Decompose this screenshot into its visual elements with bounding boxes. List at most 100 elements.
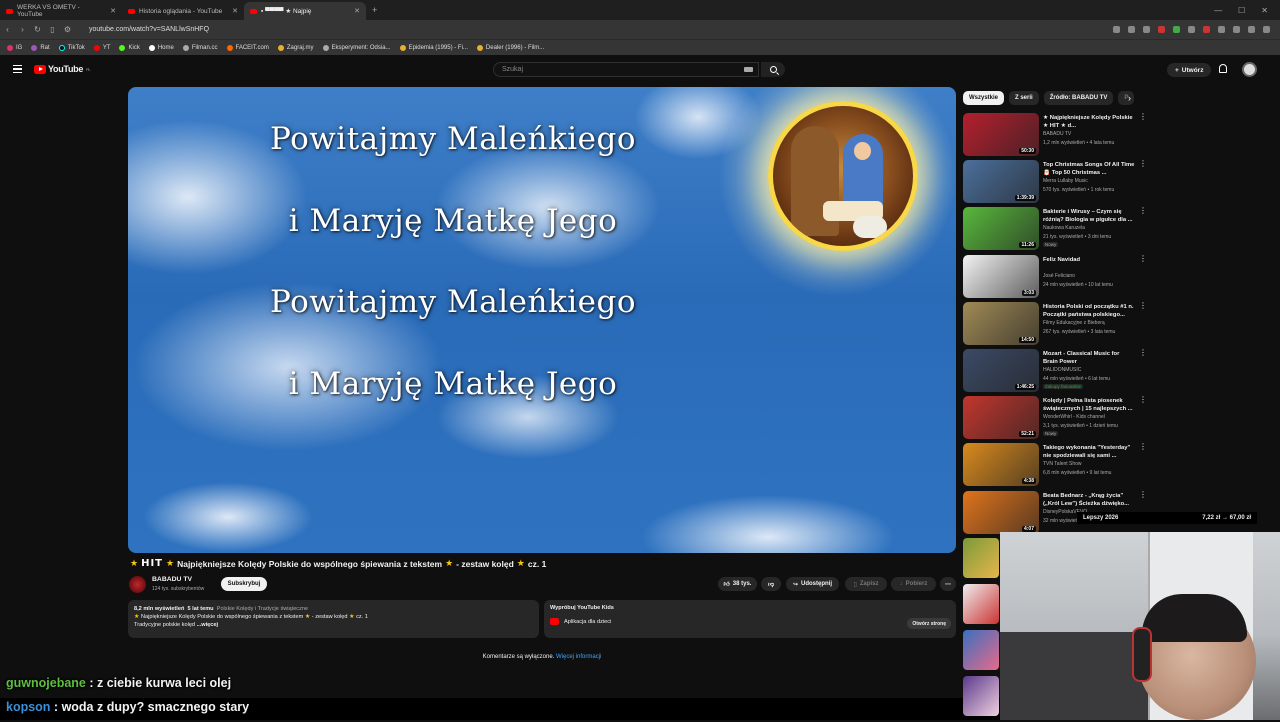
more-options-icon[interactable]: ⋮ xyxy=(1139,160,1147,168)
recommendation-thumbnail[interactable]: 52:21 xyxy=(963,396,1039,440)
share-button[interactable]: ↪ Udostępnij xyxy=(786,577,839,591)
site-info-icon[interactable]: ⚙ xyxy=(60,25,75,34)
recommendation-channel[interactable]: HALIDONMUSIC xyxy=(1043,367,1081,373)
chip-more[interactable]: P xyxy=(1118,91,1135,105)
recommendation-item[interactable]: 4:38 Takiego wykonania "Yesterday" nie sp… xyxy=(963,443,1147,487)
recommendation-thumbnail[interactable] xyxy=(963,584,999,624)
extension-icon[interactable] xyxy=(1173,26,1180,33)
recommendation-title[interactable]: ★ Najpiękniejsze Kolędy Polskie ★ HIT ★ … xyxy=(1043,114,1135,130)
youtube-logo[interactable]: YouTube PL xyxy=(34,64,91,74)
extension-icon[interactable] xyxy=(1203,26,1210,33)
recommendation-thumbnail[interactable]: 14:50 xyxy=(963,301,1039,345)
recommendation-channel[interactable]: TVN Talent Show xyxy=(1043,461,1082,467)
close-icon[interactable]: ✕ xyxy=(354,7,360,15)
new-tab-button[interactable]: + xyxy=(372,5,377,15)
bookmark-item[interactable]: Filman.cc xyxy=(182,44,218,51)
recommendation-thumbnail[interactable] xyxy=(963,630,999,670)
url-field[interactable]: youtube.com/watch?v=SANLlwSnHFQ xyxy=(89,26,209,33)
recommendation-item[interactable]: 52:21 Kolędy | Pełna lista piosenek świąt… xyxy=(963,396,1147,440)
download-button[interactable]: ↓ Pobierz xyxy=(891,577,936,591)
recommendation-title[interactable]: Takiego wykonania "Yesterday" nie spodzi… xyxy=(1043,444,1135,460)
recommendation-channel[interactable]: BABADU TV xyxy=(1043,131,1071,137)
bookmark-item[interactable]: Eksperyment: Odsia... xyxy=(322,44,391,51)
bookmark-item[interactable]: FACEIT.com xyxy=(226,44,269,51)
extension-icon[interactable] xyxy=(1113,26,1120,33)
download-icon[interactable] xyxy=(1233,26,1240,33)
chip-series[interactable]: Z serii xyxy=(1009,91,1039,105)
maximize-icon[interactable]: ☐ xyxy=(1238,6,1245,15)
bookmark-item[interactable]: Kick xyxy=(119,44,140,51)
recommendation-title[interactable]: Top Christmas Songs Of All Time 🎅 Top 50… xyxy=(1043,161,1135,177)
description-box[interactable]: 8,2 mln wyświetleń 5 lat temu Polskie Ko… xyxy=(128,600,539,638)
menu-icon[interactable] xyxy=(1263,26,1270,33)
recommendation-item[interactable]: 3:03 Feliz Navidad José Feliciano 24 mln wy… xyxy=(963,254,1147,299)
open-site-button[interactable]: Otwórz stronę xyxy=(907,618,951,629)
recommendation-title[interactable]: Historia Polski od początku #1 n. Począt… xyxy=(1043,303,1135,319)
recommendation-channel[interactable]: Merra Lullaby Music xyxy=(1043,178,1088,184)
browser-tab-3[interactable]: ▪ ▀▀▀▀ ★ Najpię ✕ xyxy=(244,2,366,20)
like-button[interactable]: 👍︎ 38 tys. xyxy=(718,577,757,591)
recommendation-title[interactable]: Feliz Navidad xyxy=(1043,256,1135,264)
chip-all[interactable]: Wszystkie xyxy=(963,91,1005,105)
channel-avatar[interactable] xyxy=(129,576,146,593)
recommendation-channel[interactable]: Filmy Edukacyjne z Bieberą xyxy=(1043,320,1105,326)
search-button[interactable] xyxy=(761,62,785,77)
more-options-icon[interactable]: ⋮ xyxy=(1139,490,1147,498)
recommendation-thumbnail[interactable] xyxy=(963,538,999,578)
close-window-icon[interactable]: ✕ xyxy=(1261,6,1268,15)
bookmark-item[interactable]: Home xyxy=(148,44,174,51)
more-options-icon[interactable]: ⋮ xyxy=(1139,349,1147,357)
recommendation-title[interactable]: Kolędy | Pełna lista piosenek świąteczny… xyxy=(1043,397,1135,413)
hamburger-menu-icon[interactable] xyxy=(13,65,22,73)
save-button[interactable]: ▯ Zapisz xyxy=(845,577,887,591)
back-arrow-icon[interactable]: ‹ xyxy=(0,25,15,34)
reload-icon[interactable]: ↻ xyxy=(30,25,45,34)
recommendation-channel[interactable]: Naukowa Karuzela xyxy=(1043,225,1085,231)
extension-icon[interactable] xyxy=(1218,26,1225,33)
recommendation-item[interactable]: 14:50 Historia Polski od początku #1 n. P… xyxy=(963,301,1147,346)
avatar[interactable] xyxy=(1242,62,1257,77)
more-options-icon[interactable]: ⋮ xyxy=(1139,396,1147,404)
recommendation-thumbnail[interactable]: 3:03 xyxy=(963,254,1039,298)
recommendation-thumbnail[interactable]: 1:46:25 xyxy=(963,349,1039,392)
recommendation-thumbnail[interactable]: 4:07 xyxy=(963,490,1039,534)
extension-icon[interactable] xyxy=(1188,26,1195,33)
bookmark-page-icon[interactable]: ▯ xyxy=(45,25,60,34)
recommendation-thumbnail[interactable]: 11:26 xyxy=(963,207,1039,251)
video-player[interactable]: Powitajmy Maleńkiego i Maryję Matkę Jego… xyxy=(128,87,956,553)
extension-icon[interactable] xyxy=(1248,26,1255,33)
more-options-icon[interactable]: ⋮ xyxy=(1139,254,1147,262)
bookmark-item[interactable]: YT xyxy=(93,44,110,51)
chevron-right-icon[interactable]: › xyxy=(1128,93,1131,103)
more-info-link[interactable]: Więcej informacji xyxy=(556,654,601,660)
recommendation-item[interactable]: 1:39:39 Top Christmas Songs Of All Time 🎅… xyxy=(963,160,1147,204)
notifications-bell-icon[interactable] xyxy=(1219,64,1227,73)
subscribe-button[interactable]: Subskrybuj xyxy=(221,577,267,591)
recommendation-thumbnail[interactable]: 1:39:39 xyxy=(963,160,1039,204)
more-options-icon[interactable]: ⋮ xyxy=(1139,443,1147,451)
recommendation-thumbnail[interactable]: 50:30 xyxy=(963,113,1039,156)
keyboard-icon[interactable] xyxy=(744,67,753,72)
minimize-icon[interactable]: — xyxy=(1214,6,1222,15)
show-more-link[interactable]: ...więcej xyxy=(197,622,218,628)
forward-arrow-icon[interactable]: › xyxy=(15,25,30,34)
recommendation-title[interactable]: Beata Bednarz - „Krąg życia” („Król Lew”… xyxy=(1043,492,1135,508)
browser-tab-1[interactable]: WERKA VS OMETV - YouTube ✕ xyxy=(0,2,122,20)
extension-icon[interactable] xyxy=(1143,26,1150,33)
browser-tab-2[interactable]: Historia oglądania - YouTube ✕ xyxy=(122,2,244,20)
channel-name[interactable]: BABADU TV xyxy=(152,576,192,583)
bookmark-item[interactable]: Dealer (1996) - Film... xyxy=(476,44,544,51)
recommendation-item[interactable]: 1:46:25 Mozart - Classical Music for Brai… xyxy=(963,349,1147,393)
close-icon[interactable]: ✕ xyxy=(232,7,238,15)
bookmark-item[interactable]: IG xyxy=(7,44,22,51)
recommendation-channel[interactable]: José Feliciano xyxy=(1043,273,1075,279)
bookmark-item[interactable]: Epidemia (1995) - Fi... xyxy=(399,44,468,51)
recommendation-thumbnail[interactable]: 4:38 xyxy=(963,443,1039,487)
close-icon[interactable]: ✕ xyxy=(110,7,116,15)
more-actions-button[interactable]: ⋯ xyxy=(940,577,956,591)
recommendation-thumbnail[interactable] xyxy=(963,676,999,716)
dislike-button[interactable]: 👎︎ xyxy=(761,577,781,591)
recommendation-item[interactable]: 11:26 Bakterie i Wirusy – Czym się różnią… xyxy=(963,207,1147,251)
more-options-icon[interactable]: ⋮ xyxy=(1139,207,1147,215)
create-button[interactable]: + Utwórz xyxy=(1167,63,1212,77)
